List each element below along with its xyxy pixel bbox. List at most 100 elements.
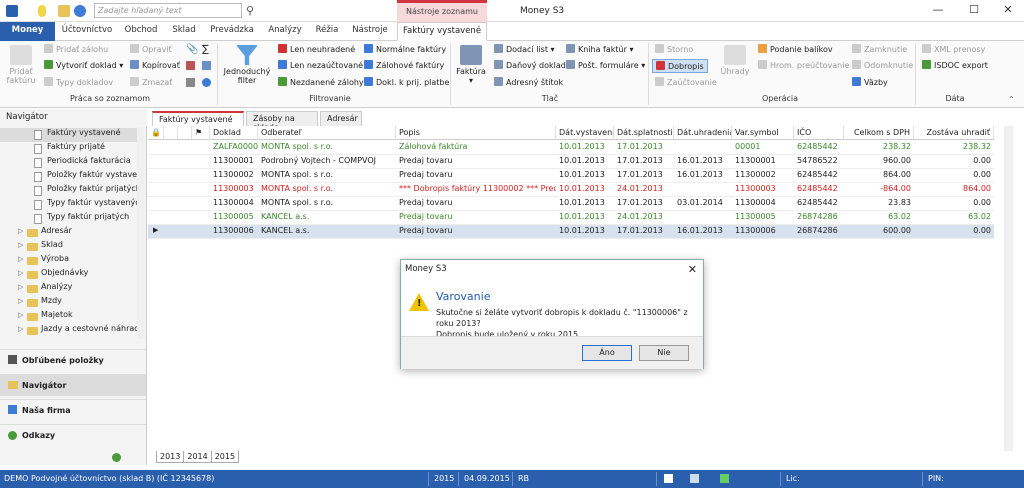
close-button[interactable]: ✕	[994, 2, 1022, 18]
zauctovanie-button[interactable]: Zaúčtovanie	[655, 77, 717, 87]
print-icon[interactable]	[186, 78, 195, 87]
nav-folder-vyroba[interactable]: ▷ Výroba	[0, 254, 137, 268]
col-dat-vystavenia[interactable]: Dát.vystavenia	[556, 126, 614, 140]
info-icon[interactable]	[202, 78, 211, 87]
tab-money[interactable]: Money	[0, 22, 55, 41]
storno-button[interactable]: Storno	[655, 44, 693, 54]
nezdanene-zalohy-button[interactable]: Nezdanené zálohy	[278, 77, 364, 87]
doc-tab-zasoby-na-sklade[interactable]: Zásoby na sklade	[246, 111, 318, 132]
pridat-zalohu-button[interactable]: Pridať zálohu	[44, 44, 108, 54]
nav-folder-objednavky[interactable]: ▷ Objednávky	[0, 268, 137, 282]
expand-icon[interactable]: ▷	[18, 241, 23, 249]
tab-prevadzka[interactable]: Prevádzka	[206, 22, 258, 41]
nav-folder-mzdy[interactable]: ▷ Mzdy	[0, 296, 137, 310]
tab-rezia[interactable]: Réžia	[312, 22, 342, 41]
hrom-preuctovanie-button[interactable]: Hrom. preúčtovanie	[758, 60, 849, 70]
list-icon[interactable]	[202, 61, 211, 70]
dokl-k-prij-platbe-button[interactable]: Dokl. k prij. platbe	[364, 77, 449, 87]
zalohove-faktury-button[interactable]: Zálohové faktúry	[364, 60, 444, 70]
calendar-icon[interactable]	[664, 474, 673, 483]
expand-icon[interactable]: ▷	[18, 311, 23, 319]
nav-folder-majetok[interactable]: ▷ Majetok	[0, 310, 137, 324]
kopirovat-button[interactable]: Kopírovať	[130, 60, 180, 70]
odomknutie-button[interactable]: Odomknutie	[852, 60, 913, 70]
uhrady-button[interactable]: Úhrady	[718, 45, 752, 76]
no-button[interactable]: Nie	[639, 345, 689, 361]
dobropis-button[interactable]: Dobropis	[652, 59, 708, 73]
faktura-print-button[interactable]: Faktúra ▾	[454, 45, 488, 85]
nav-item-faktury-prijate[interactable]: Faktúry prijaté	[0, 142, 137, 156]
sync-icon[interactable]	[690, 474, 699, 483]
nav-folder-adresar[interactable]: ▷ Adresár	[0, 226, 137, 240]
tab-faktury-vystavene[interactable]: Faktúry vystavené	[397, 22, 487, 41]
nav-item-polozky-faktur-vystavenych[interactable]: Položky faktúr vystavených	[0, 170, 137, 184]
doc-tab-faktury-vystavene[interactable]: Faktúry vystavené ✕	[152, 111, 244, 133]
col-popis[interactable]: Popis	[396, 126, 556, 140]
navigator-scrollbar[interactable]	[137, 127, 145, 339]
adresny-stitok-button[interactable]: Adresný štítok	[494, 77, 563, 87]
navigator-settings-icon[interactable]	[112, 453, 121, 462]
col-attach-header[interactable]	[164, 126, 178, 140]
collapse-ribbon-icon[interactable]: ⌃	[1008, 95, 1015, 104]
typy-dokladov-button[interactable]: Typy dokladov	[44, 77, 113, 87]
tab-analyzy[interactable]: Analýzy	[264, 22, 306, 41]
year-tab-2015[interactable]: 2015	[210, 451, 240, 463]
search-icon[interactable]: ⚲	[246, 4, 254, 17]
col-lock-icon-header[interactable]: 🔒	[148, 126, 164, 140]
post-formulare-button[interactable]: Pošt. formuláre ▾	[566, 60, 645, 70]
expand-icon[interactable]: ▷	[18, 297, 23, 305]
tab-obchod[interactable]: Obchod	[119, 22, 163, 41]
nav-navigator[interactable]: Navigátor	[0, 374, 146, 396]
table-scrollbar[interactable]	[1004, 126, 1013, 451]
col-celkom-s-dph[interactable]: Celkom s DPH	[844, 126, 914, 140]
kniha-faktur-button[interactable]: Kniha faktúr ▾	[566, 44, 633, 54]
danovy-doklad-button[interactable]: Daňový doklad	[494, 60, 566, 70]
nav-item-faktury-vystavene[interactable]: Faktúry vystavené	[0, 128, 137, 142]
nav-folder-analyzy[interactable]: ▷ Analýzy	[0, 282, 137, 296]
folder-icon[interactable]	[58, 5, 70, 17]
nav-odkazy[interactable]: Odkazy	[0, 424, 146, 446]
xml-prenosy-button[interactable]: XML prenosy	[922, 44, 985, 54]
col-doc-icon-header[interactable]	[178, 126, 192, 140]
year-tab-2013[interactable]: 2013	[156, 451, 185, 463]
col-zostava-uhradit[interactable]: Zostáva uhradiť	[914, 126, 994, 140]
len-nezauctovane-button[interactable]: Len nezaúčtované	[278, 60, 363, 70]
jednoduchy-filter-button[interactable]: Jednoduchý filter	[222, 45, 272, 85]
expand-icon[interactable]: ▷	[18, 255, 23, 263]
expand-icon[interactable]: ▷	[18, 269, 23, 277]
col-dat-uhradenia[interactable]: Dát.uhradenia	[674, 126, 732, 140]
pridat-fakturu-button[interactable]: Pridať faktúru	[4, 45, 38, 85]
normalne-faktury-button[interactable]: Normálne faktúry	[364, 44, 446, 54]
function-icon[interactable]: ∑	[202, 44, 209, 55]
bulb-icon[interactable]	[38, 5, 46, 17]
nav-nasa-firma[interactable]: Naša firma	[0, 399, 146, 421]
yes-button[interactable]: Áno	[582, 345, 632, 361]
nav-item-typy-faktur-vystavenych[interactable]: Typy faktúr vystavených	[0, 198, 137, 212]
help-icon[interactable]	[74, 5, 86, 17]
doc-tab-adresar[interactable]: Adresár	[320, 111, 362, 126]
col-dat-splatnosti[interactable]: Dát.splatnosti	[614, 126, 674, 140]
col-var-symbol[interactable]: Var.symbol	[732, 126, 794, 140]
nav-item-typy-faktur-prijatych[interactable]: Typy faktúr prijatých	[0, 212, 137, 226]
maximize-button[interactable]: ☐	[960, 2, 988, 18]
minimize-button[interactable]: —	[924, 2, 952, 18]
opravit-button[interactable]: Opraviť	[130, 44, 172, 54]
nav-oblubene-polozky[interactable]: Obľúbené položky	[0, 349, 146, 371]
download-icon[interactable]	[720, 474, 729, 483]
expand-icon[interactable]: ▷	[18, 283, 23, 291]
expand-icon[interactable]: ▷	[18, 227, 23, 235]
attach-icon[interactable]: 📎	[186, 44, 198, 55]
expand-icon[interactable]: ▷	[18, 325, 23, 333]
podanie-balikov-button[interactable]: Podanie balíkov	[758, 44, 833, 54]
tab-uctovnictvo[interactable]: Účtovníctvo	[57, 22, 117, 41]
nav-folder-jazdy[interactable]: ▷ Jazdy a cestovné náhrady	[0, 324, 137, 338]
col-odberatel[interactable]: Odberateľ	[258, 126, 396, 140]
tag-icon[interactable]	[186, 61, 195, 70]
search-input[interactable]: Zadajte hľadaný text	[94, 3, 242, 18]
nav-folder-sklad[interactable]: ▷ Sklad	[0, 240, 137, 254]
nav-item-polozky-faktur-prijatych[interactable]: Položky faktúr prijatých	[0, 184, 137, 198]
dodaci-list-button[interactable]: Dodací list ▾	[494, 44, 555, 54]
zmazat-button[interactable]: Zmazať	[130, 77, 172, 87]
zamknutie-button[interactable]: Zamknutie	[852, 44, 907, 54]
nav-item-periodicka-fakturacia[interactable]: Periodická fakturácia	[0, 156, 137, 170]
